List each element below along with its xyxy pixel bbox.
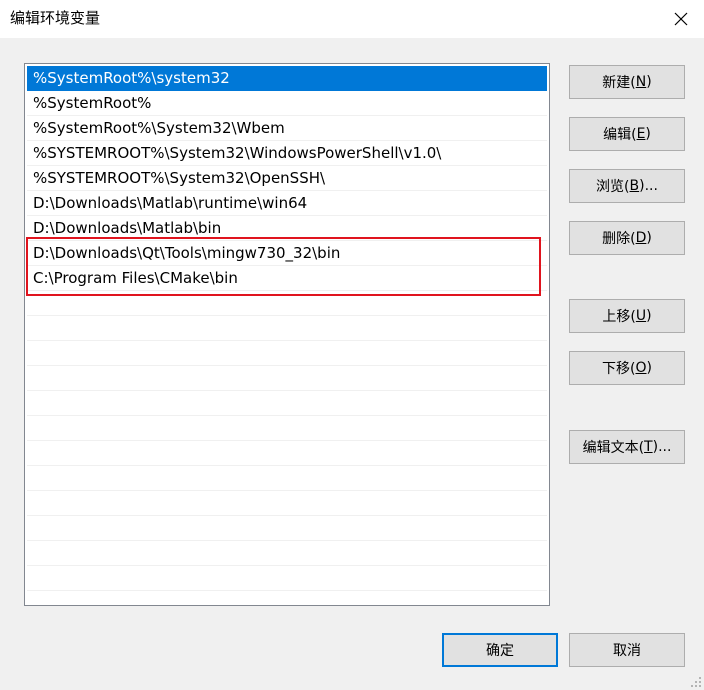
resize-grip-icon[interactable] — [690, 676, 702, 688]
browse-button-label: 浏览( — [596, 179, 630, 195]
new-button-label: 新建( — [602, 75, 636, 91]
browse-button-label-end: )... — [639, 178, 658, 194]
path-list[interactable]: %SystemRoot%\system32 %SystemRoot% %System… — [24, 63, 550, 606]
cancel-button[interactable]: 取消 — [569, 633, 685, 667]
empty-list-row[interactable] — [27, 366, 547, 391]
list-item[interactable]: %SystemRoot% — [27, 91, 547, 116]
browse-button[interactable]: 浏览(B)... — [569, 169, 685, 203]
empty-list-row[interactable] — [27, 466, 547, 491]
edit-button-accesskey: E — [636, 126, 646, 142]
edit-text-button-accesskey: T — [644, 439, 653, 455]
browse-button-accesskey: B — [629, 178, 640, 194]
list-item[interactable]: D:\Downloads\Matlab\runtime\win64 — [27, 191, 547, 216]
delete-button-label: 删除( — [602, 231, 636, 247]
move-up-button-accesskey: U — [635, 308, 647, 324]
list-item[interactable]: %SYSTEMROOT%\System32\OpenSSH\ — [27, 166, 547, 191]
move-down-button[interactable]: 下移(O) — [569, 351, 685, 385]
edit-text-button-label-end: )... — [652, 439, 672, 455]
close-button[interactable] — [658, 0, 704, 38]
empty-list-row[interactable] — [27, 316, 547, 341]
list-item[interactable]: D:\Downloads\Qt\Tools\mingw730_32\bin — [27, 241, 547, 266]
new-button-label-end: ) — [646, 74, 652, 90]
ok-button[interactable]: 确定 — [442, 633, 558, 667]
title-bar: 编辑环境变量 — [0, 0, 704, 38]
close-icon — [674, 12, 688, 26]
empty-list-row[interactable] — [27, 291, 547, 316]
empty-list-row[interactable] — [27, 516, 547, 541]
empty-list-row[interactable] — [27, 441, 547, 466]
edit-text-button-label: 编辑文本( — [582, 440, 645, 456]
move-down-button-label: 下移( — [602, 361, 636, 377]
delete-button-accesskey: D — [635, 230, 647, 246]
empty-list-row[interactable] — [27, 341, 547, 366]
list-item[interactable]: %SYSTEMROOT%\System32\WindowsPowerShell\… — [27, 141, 547, 166]
move-up-button-label: 上移( — [602, 309, 636, 325]
edit-text-button[interactable]: 编辑文本(T)... — [569, 430, 685, 464]
empty-list-row[interactable] — [27, 566, 547, 591]
delete-button[interactable]: 删除(D) — [569, 221, 685, 255]
list-item[interactable]: D:\Downloads\Matlab\bin — [27, 216, 547, 241]
move-up-button-label-end: ) — [646, 308, 652, 324]
move-down-button-label-end: ) — [646, 360, 652, 376]
new-button[interactable]: 新建(N) — [569, 65, 685, 99]
move-down-button-accesskey: O — [635, 360, 647, 376]
new-button-accesskey: N — [635, 74, 647, 90]
window-title: 编辑环境变量 — [10, 9, 101, 27]
move-up-button[interactable]: 上移(U) — [569, 299, 685, 333]
list-item[interactable]: %SystemRoot%\system32 — [27, 66, 547, 91]
edit-button[interactable]: 编辑(E) — [569, 117, 685, 151]
list-item[interactable]: C:\Program Files\CMake\bin — [27, 266, 547, 291]
empty-list-row[interactable] — [27, 391, 547, 416]
empty-list-row[interactable] — [27, 416, 547, 441]
edit-button-label: 编辑( — [603, 127, 637, 143]
empty-list-row[interactable] — [27, 491, 547, 516]
edit-environment-variable-dialog: 编辑环境变量 %SystemRoot%\system32 %SystemRoot%… — [0, 0, 704, 690]
delete-button-label-end: ) — [646, 230, 652, 246]
edit-button-label-end: ) — [645, 126, 651, 142]
list-item[interactable]: %SystemRoot%\System32\Wbem — [27, 116, 547, 141]
empty-list-row[interactable] — [27, 541, 547, 566]
